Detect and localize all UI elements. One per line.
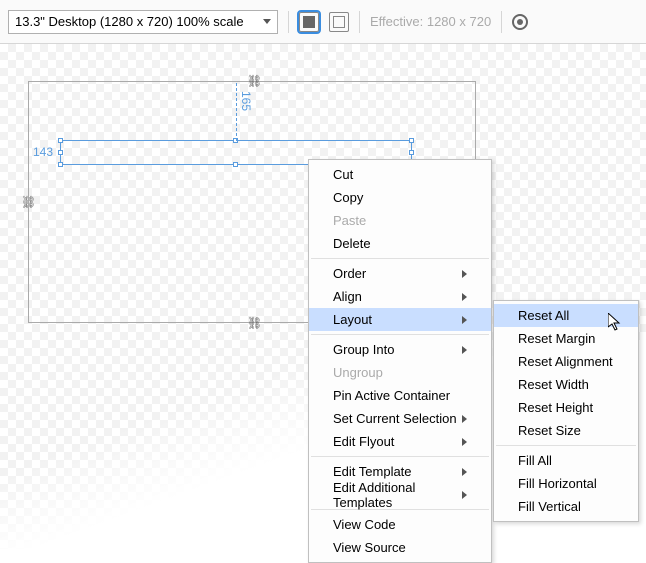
- divider: [359, 11, 360, 33]
- separator: [311, 334, 489, 335]
- resize-handle[interactable]: [233, 162, 238, 167]
- arrow-right-icon: [462, 346, 467, 354]
- chain-icon: ⛓: [247, 316, 257, 330]
- effective-label: Effective: 1280 x 720: [370, 14, 491, 29]
- submenu-fill-vertical[interactable]: Fill Vertical: [494, 495, 638, 518]
- separator: [311, 258, 489, 259]
- menu-layout[interactable]: Layout: [309, 308, 491, 331]
- submenu-fill-horizontal[interactable]: Fill Horizontal: [494, 472, 638, 495]
- divider: [288, 11, 289, 33]
- resize-handle[interactable]: [58, 138, 63, 143]
- menu-edit-flyout[interactable]: Edit Flyout: [309, 430, 491, 453]
- arrow-right-icon: [462, 491, 467, 499]
- submenu-reset-width[interactable]: Reset Width: [494, 373, 638, 396]
- menu-delete[interactable]: Delete: [309, 232, 491, 255]
- arrow-right-icon: [462, 468, 467, 476]
- menu-align[interactable]: Align: [309, 285, 491, 308]
- chain-icon: ⛓: [21, 195, 31, 209]
- menu-pin-container[interactable]: Pin Active Container: [309, 384, 491, 407]
- resolution-combobox[interactable]: 13.3" Desktop (1280 x 720) 100% scale: [8, 10, 278, 34]
- submenu-reset-height[interactable]: Reset Height: [494, 396, 638, 419]
- menu-set-selection[interactable]: Set Current Selection: [309, 407, 491, 430]
- resize-handle[interactable]: [58, 150, 63, 155]
- guide-h-label: 143: [33, 145, 53, 159]
- chain-icon: ⛓: [247, 74, 257, 88]
- submenu-reset-alignment[interactable]: Reset Alignment: [494, 350, 638, 373]
- divider: [501, 11, 502, 33]
- outline-mode-button[interactable]: [329, 12, 349, 32]
- menu-group-into[interactable]: Group Into: [309, 338, 491, 361]
- arrow-right-icon: [462, 415, 467, 423]
- submenu-fill-all[interactable]: Fill All: [494, 449, 638, 472]
- menu-copy[interactable]: Copy: [309, 186, 491, 209]
- separator: [496, 445, 636, 446]
- arrow-right-icon: [462, 438, 467, 446]
- resolution-value: 13.3" Desktop (1280 x 720) 100% scale: [15, 14, 244, 29]
- gear-icon[interactable]: [512, 14, 528, 30]
- arrow-right-icon: [462, 316, 467, 324]
- menu-view-source[interactable]: View Source: [309, 536, 491, 559]
- layout-submenu: Reset All Reset Margin Reset Alignment R…: [493, 300, 639, 522]
- guide-line: [236, 83, 237, 141]
- resize-handle[interactable]: [409, 138, 414, 143]
- submenu-reset-margin[interactable]: Reset Margin: [494, 327, 638, 350]
- arrow-right-icon: [462, 293, 467, 301]
- menu-additional-templates[interactable]: Edit Additional Templates: [309, 483, 491, 506]
- submenu-reset-size[interactable]: Reset Size: [494, 419, 638, 442]
- fill-mode-button[interactable]: [299, 12, 319, 32]
- menu-view-code[interactable]: View Code: [309, 513, 491, 536]
- resize-handle[interactable]: [409, 150, 414, 155]
- resize-handle[interactable]: [58, 162, 63, 167]
- chevron-down-icon: [263, 19, 271, 24]
- toolbar: 13.3" Desktop (1280 x 720) 100% scale Ef…: [0, 0, 646, 44]
- submenu-reset-all[interactable]: Reset All: [494, 304, 638, 327]
- menu-paste: Paste: [309, 209, 491, 232]
- context-menu: Cut Copy Paste Delete Order Align Layout…: [308, 159, 492, 563]
- menu-ungroup: Ungroup: [309, 361, 491, 384]
- guide-v-label: 165: [239, 91, 253, 111]
- separator: [311, 456, 489, 457]
- arrow-right-icon: [462, 270, 467, 278]
- menu-order[interactable]: Order: [309, 262, 491, 285]
- menu-cut[interactable]: Cut: [309, 163, 491, 186]
